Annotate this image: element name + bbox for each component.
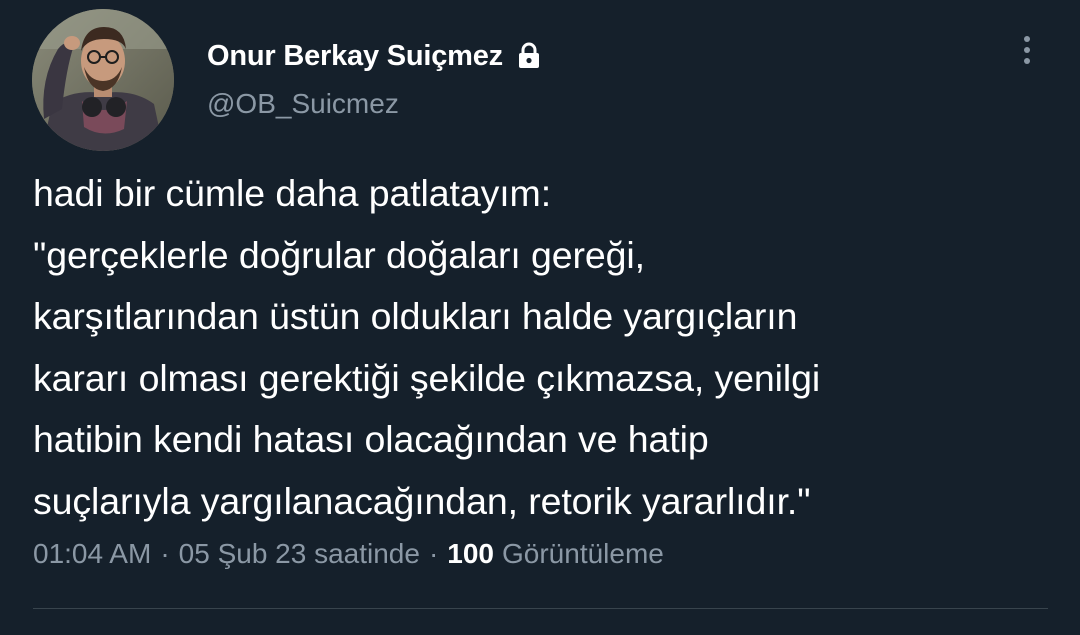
profile-photo-icon (32, 9, 174, 151)
tweet-date[interactable]: 05 Şub 23 saatinde (179, 538, 420, 570)
vertical-ellipsis-icon (1024, 58, 1030, 64)
tweet-text: hadi bir cümle daha patlatayım: "gerçekl… (33, 163, 1043, 532)
vertical-ellipsis-icon (1024, 36, 1030, 42)
tweet-meta: 01:04 AM · 05 Şub 23 saatinde · 100 Görü… (33, 538, 664, 570)
vertical-ellipsis-icon (1024, 47, 1030, 53)
divider (33, 608, 1048, 609)
author-name-row[interactable]: Onur Berkay Suiçmez (207, 36, 541, 76)
tweet-text-line: hatibin kendi hatası olacağından ve hati… (33, 418, 709, 460)
avatar[interactable] (32, 9, 174, 151)
lock-icon (517, 42, 541, 70)
tweet-text-line: suçlarıyla yargılanacağından, retorik ya… (33, 479, 811, 522)
tweet-time[interactable]: 01:04 AM (33, 538, 151, 570)
more-options-button[interactable] (1010, 30, 1044, 70)
views-count[interactable]: 100 (447, 538, 494, 570)
tweet-text-line: hadi bir cümle daha patlatayım: (33, 172, 552, 214)
meta-separator: · (160, 538, 170, 569)
tweet-text-line: kararı olması gerektiği şekilde çıkmazsa… (33, 356, 821, 399)
meta-separator: · (428, 538, 439, 569)
author-display-name[interactable]: Onur Berkay Suiçmez (207, 40, 503, 73)
author-handle[interactable]: @OB_Suicmez (207, 88, 399, 120)
views-label[interactable]: Görüntüleme (502, 538, 664, 570)
tweet-text-line: "gerçeklerle doğrular doğaları gereği, (33, 233, 645, 276)
tweet-text-line: karşıtlarından üstün oldukları halde yar… (33, 295, 798, 337)
tweet-card: Onur Berkay Suiçmez @OB_Suicmez hadi bir… (0, 0, 1080, 635)
